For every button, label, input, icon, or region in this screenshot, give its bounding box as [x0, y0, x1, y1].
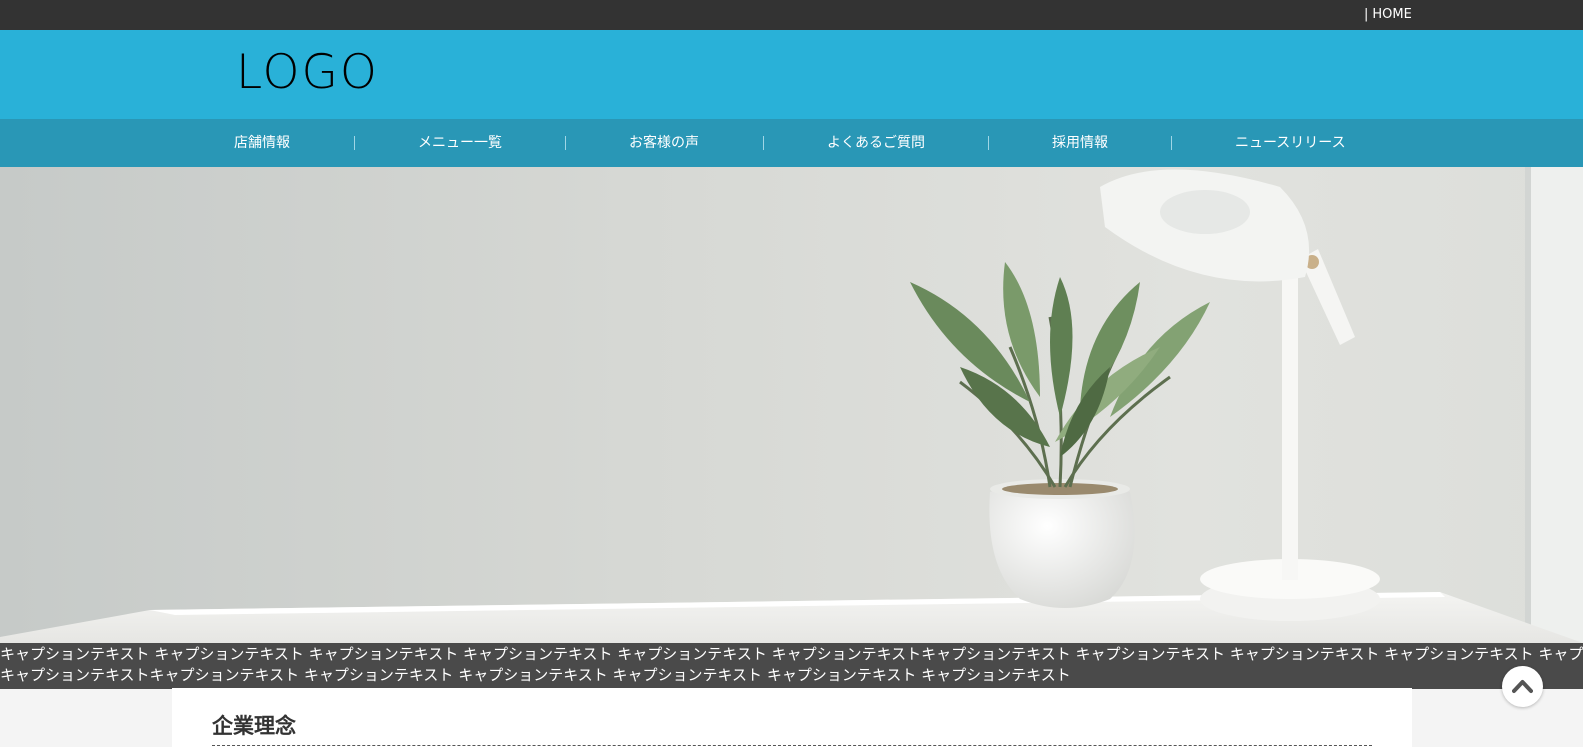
hero-caption-line-1: キャプションテキスト キャプションテキスト キャプションテキスト キャプションテ… — [0, 645, 1583, 663]
hero-lamp-shade-inner — [1160, 190, 1250, 234]
hero-caption: キャプションテキスト キャプションテキスト キャプションテキスト キャプションテ… — [0, 643, 1583, 689]
nav-divider — [988, 136, 989, 150]
global-nav: 店舗情報 メニュー一覧 お客様の声 よくあるご質問 採用情報 ニュースリリース — [0, 119, 1583, 167]
home-link[interactable]: | HOME — [1364, 0, 1412, 30]
hero-image — [0, 167, 1583, 643]
hero-caption-line-2: キャプションテキストキャプションテキスト キャプションテキスト キャプションテキ… — [0, 666, 1071, 684]
hero-illustration — [0, 167, 1583, 643]
home-link-label: HOME — [1372, 7, 1412, 22]
nav-item-recruit[interactable]: 採用情報 — [1052, 119, 1108, 167]
site-logo[interactable]: LOGO — [236, 48, 379, 98]
nav-item-news-release[interactable]: ニュースリリース — [1235, 119, 1346, 167]
nav-item-menu-list[interactable]: メニュー一覧 — [418, 119, 502, 167]
site-header: LOGO — [0, 30, 1583, 119]
nav-divider — [763, 136, 764, 150]
nav-divider — [1171, 136, 1172, 150]
top-utility-bar: | HOME — [0, 0, 1583, 30]
hero-door-edge — [1525, 167, 1531, 643]
page-top-button[interactable] — [1502, 666, 1543, 707]
nav-divider — [354, 136, 355, 150]
nav-item-faq[interactable]: よくあるご質問 — [827, 119, 925, 167]
main-content: 企業理念 — [172, 688, 1412, 747]
nav-item-customer-voice[interactable]: お客様の声 — [629, 119, 699, 167]
nav-divider — [565, 136, 566, 150]
nav-item-store-info[interactable]: 店舗情報 — [234, 119, 290, 167]
hero-plant-pot — [989, 482, 1135, 608]
section-title-divider — [212, 745, 1372, 746]
section-title: 企業理念 — [212, 714, 296, 738]
hero-door-frame — [1525, 167, 1583, 643]
home-link-separator: | — [1364, 7, 1369, 22]
hero-lamp-pole — [1282, 262, 1298, 580]
chevron-up-icon — [1512, 680, 1533, 693]
